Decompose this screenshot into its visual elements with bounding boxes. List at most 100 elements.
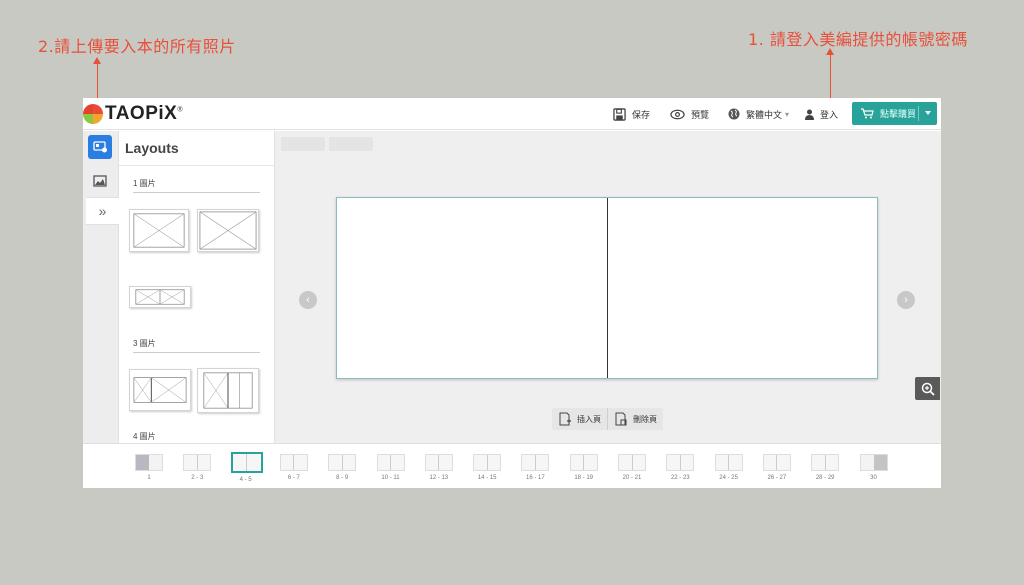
filmstrip-page[interactable]: 20 - 21 xyxy=(617,454,647,481)
upload-photos-annotation: 2.請上傳要入本的所有照片 xyxy=(38,37,236,56)
page-thumbnail xyxy=(618,454,646,471)
top-toolbar: TAOPiX® 保存 預覽 繁體中文 ▾ 登入 點擊購買 xyxy=(83,98,941,130)
filmstrip-page[interactable]: 18 - 19 xyxy=(569,454,599,481)
layout-thumbnail[interactable] xyxy=(129,209,189,252)
delete-page-button[interactable]: 刪除頁 xyxy=(607,408,663,430)
page-thumbnail xyxy=(328,454,357,471)
layout-thumbnail[interactable] xyxy=(197,368,259,413)
insert-page-icon xyxy=(559,412,571,426)
preview-label: 預覽 xyxy=(691,109,710,120)
filmstrip-page[interactable]: 2 - 3 xyxy=(182,454,212,481)
panel-title: Layouts xyxy=(125,140,179,156)
save-button[interactable]: 保存 xyxy=(613,98,650,130)
editor-window: TAOPiX® 保存 預覽 繁體中文 ▾ 登入 點擊購買 » Layouts 1… xyxy=(83,98,941,488)
filmstrip-page-label: 8 - 9 xyxy=(336,475,349,481)
previous-page-button[interactable]: ‹ xyxy=(299,291,317,309)
filmstrip-page-label: 4 - 5 xyxy=(239,477,252,483)
zoom-in-icon xyxy=(921,382,935,396)
page-thumbnail xyxy=(230,452,263,473)
editor-canvas: ‹ › 插入頁 刪除頁 xyxy=(275,131,941,443)
save-label: 保存 xyxy=(632,109,651,120)
page-thumbnail xyxy=(279,454,308,471)
filmstrip-page[interactable]: 30 xyxy=(859,454,889,481)
canvas-toolbar xyxy=(281,137,373,151)
filmstrip-page[interactable]: 28 - 29 xyxy=(810,454,840,481)
preview-button[interactable]: 預覽 xyxy=(670,98,709,130)
eye-icon xyxy=(670,109,685,119)
insert-page-label: 插入頁 xyxy=(577,414,601,424)
filmstrip-page[interactable]: 10 - 11 xyxy=(376,454,406,481)
filmstrip-page[interactable]: 22 - 23 xyxy=(665,454,695,481)
filmstrip-page-label: 12 - 13 xyxy=(429,475,449,481)
shopping-cart-icon xyxy=(861,108,874,119)
page-thumbnail xyxy=(762,454,791,471)
page-spread[interactable] xyxy=(336,197,878,379)
filmstrip-page-label: 14 - 15 xyxy=(477,475,497,481)
page-thumbnail xyxy=(424,454,453,471)
login-label: 登入 xyxy=(820,109,839,120)
layouts-panel: Layouts 1 圖片 3 圖片 4 圖片 xyxy=(119,131,275,443)
page-spine xyxy=(607,198,608,378)
page-thumbnail xyxy=(135,454,163,471)
collapse-panel-toggle[interactable]: » xyxy=(86,197,119,225)
canvas-tool-button[interactable] xyxy=(281,137,325,151)
image-icon xyxy=(93,175,107,187)
language-selector[interactable]: 繁體中文 ▾ xyxy=(728,98,789,130)
page-thumbnail xyxy=(473,454,502,471)
canvas-tool-button[interactable] xyxy=(329,137,373,151)
layout-thumbnail[interactable] xyxy=(129,286,191,308)
page-thumbnail xyxy=(376,454,405,471)
filmstrip-page-label: 16 - 17 xyxy=(526,475,545,481)
filmstrip-page[interactable]: 26 - 27 xyxy=(762,454,792,481)
chevron-left-icon: ‹ xyxy=(306,293,310,306)
globe-icon xyxy=(728,108,740,120)
filmstrip-page-label: 20 - 21 xyxy=(622,475,642,481)
floppy-disk-icon xyxy=(613,107,626,121)
filmstrip-page-label: 10 - 11 xyxy=(381,475,400,481)
filmstrip-page-label: 6 - 7 xyxy=(287,475,300,481)
layouts-icon xyxy=(92,141,107,153)
layout-thumbnail[interactable] xyxy=(197,209,259,252)
login-annotation: 1. 請登入美編提供的帳號密碼 xyxy=(748,30,968,49)
filmstrip-page[interactable]: 1 xyxy=(134,454,164,481)
language-label: 繁體中文 xyxy=(746,109,783,120)
filmstrip-page[interactable]: 14 - 15 xyxy=(472,454,502,481)
page-thumbnail xyxy=(183,454,212,471)
buy-button[interactable]: 點擊購買 xyxy=(852,102,937,125)
layout-thumbnail[interactable] xyxy=(129,369,191,411)
taopix-logo: TAOPiX® xyxy=(83,103,183,125)
chevron-right-icon: › xyxy=(904,293,908,306)
page-thumbnail xyxy=(859,454,888,471)
filmstrip-page[interactable]: 6 - 7 xyxy=(279,454,309,481)
filmstrip-page-label: 26 - 27 xyxy=(767,475,787,481)
section-label-1-photo: 1 圖片 xyxy=(133,179,156,188)
page-thumbnail xyxy=(521,454,550,471)
photos-tab[interactable] xyxy=(88,169,112,193)
filmstrip-page[interactable]: 4 - 5 xyxy=(230,452,263,483)
buy-dropdown-caret-icon[interactable] xyxy=(925,111,931,115)
filmstrip-page[interactable]: 8 - 9 xyxy=(327,454,357,481)
page-thumbnail xyxy=(666,454,695,471)
chevron-down-icon: ▾ xyxy=(785,109,790,119)
filmstrip-page[interactable]: 24 - 25 xyxy=(714,454,744,481)
logo-mark-icon xyxy=(83,104,103,124)
section-label-4-photos: 4 圖片 xyxy=(133,432,156,441)
insert-page-button[interactable]: 插入頁 xyxy=(552,408,607,430)
filmstrip-page[interactable]: 16 - 17 xyxy=(520,454,550,481)
zoom-button[interactable] xyxy=(915,377,940,400)
filmstrip-page[interactable]: 12 - 13 xyxy=(424,454,454,481)
filmstrip-page-label: 1 xyxy=(147,475,151,481)
next-page-button[interactable]: › xyxy=(897,291,915,309)
filmstrip-page-label: 22 - 23 xyxy=(670,475,690,481)
layouts-tab[interactable] xyxy=(88,135,112,159)
filmstrip-page-label: 30 xyxy=(870,475,877,481)
left-rail: » xyxy=(83,131,119,443)
page-thumbnail xyxy=(811,454,840,471)
filmstrip-page-label: 24 - 25 xyxy=(719,475,738,481)
filmstrip-page-label: 18 - 19 xyxy=(574,475,594,481)
delete-page-label: 刪除頁 xyxy=(633,414,657,424)
page-thumbnail xyxy=(714,454,743,471)
user-icon xyxy=(805,109,814,120)
page-actions: 插入頁 刪除頁 xyxy=(552,408,663,430)
login-button[interactable]: 登入 xyxy=(805,98,838,130)
